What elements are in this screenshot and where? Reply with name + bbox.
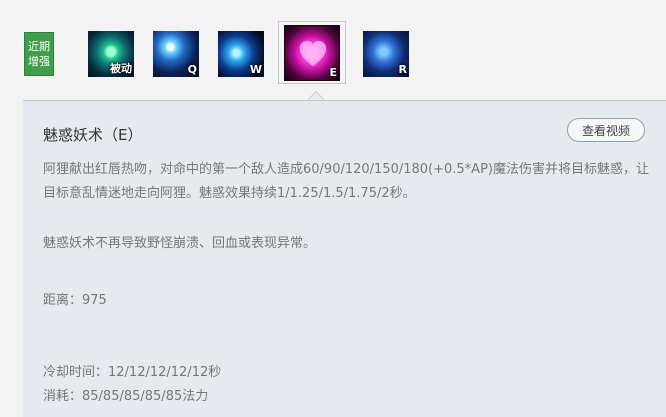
recent-buff-button[interactable]: 近期 增强	[24, 32, 54, 76]
e-skill-button[interactable]: E	[284, 25, 340, 81]
skill-key-label: R	[398, 63, 407, 76]
skill-key-label: W	[249, 63, 262, 76]
r-skill-button[interactable]: R	[363, 31, 409, 77]
skill-key-label: E	[329, 66, 337, 79]
heart-icon	[299, 40, 327, 67]
recent-label-line1: 近期	[28, 40, 50, 53]
skill-description: 阿狸献出红唇热吻，对命中的第一个敌人造成60/90/120/150/180(+0…	[43, 162, 649, 201]
w-skill-button[interactable]: W	[218, 31, 264, 77]
q-skill-button[interactable]: Q	[153, 31, 199, 77]
skill-title: 魅惑妖术（E）	[43, 126, 143, 144]
recent-label-line2: 增强	[28, 55, 50, 68]
skill-bar: 近期 增强 被动 Q W E R	[0, 0, 666, 101]
skill-note: 魅惑妖术不再导致野怪崩溃、回血或表现异常。	[43, 236, 317, 251]
skill-range: 距离：975	[43, 293, 107, 308]
skill-cooldown: 冷却时间：12/12/12/12/12秒	[43, 365, 222, 380]
skill-key-label: 被动	[110, 62, 132, 75]
skill-cost: 消耗：85/85/85/85/85法力	[43, 389, 209, 404]
skill-detail-panel: 魅惑妖术（E） 查看视频 阿狸献出红唇热吻，对命中的第一个敌人造成60/90/1…	[23, 100, 666, 417]
passive-skill-button[interactable]: 被动	[88, 31, 134, 77]
skill-key-label: Q	[187, 63, 197, 76]
view-video-button[interactable]: 查看视频	[567, 118, 645, 142]
